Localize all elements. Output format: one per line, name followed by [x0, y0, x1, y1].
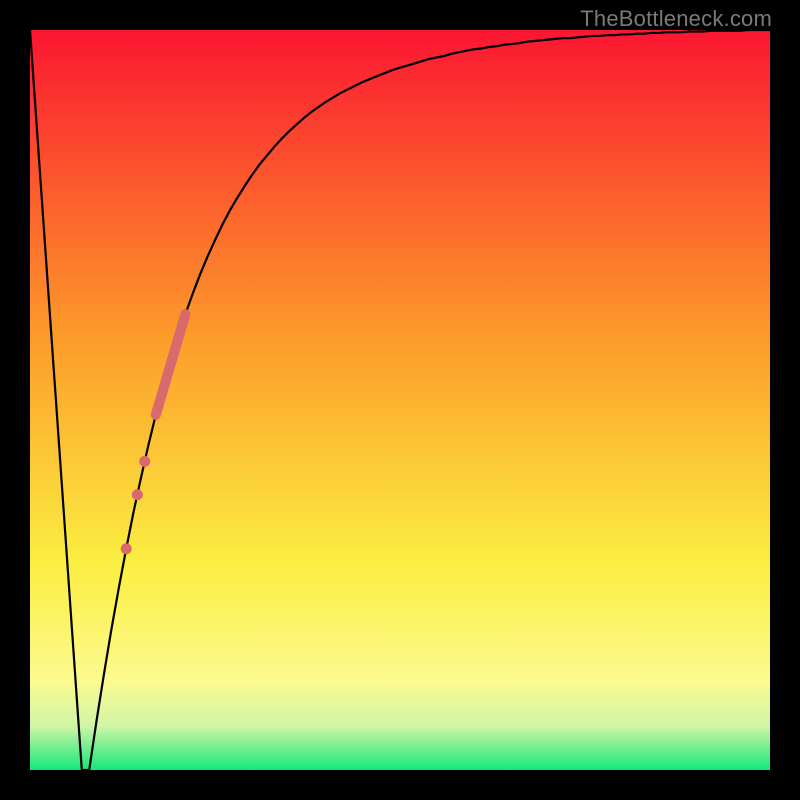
- watermark-text: TheBottleneck.com: [580, 6, 772, 32]
- highlight-point: [139, 456, 150, 467]
- chart-frame: { "watermark": "TheBottleneck.com", "col…: [0, 0, 800, 800]
- plot-area: [30, 30, 770, 770]
- highlight-point: [132, 489, 143, 500]
- highlight-point: [121, 543, 132, 554]
- chart-svg: [30, 30, 770, 770]
- gradient-background: [30, 30, 770, 770]
